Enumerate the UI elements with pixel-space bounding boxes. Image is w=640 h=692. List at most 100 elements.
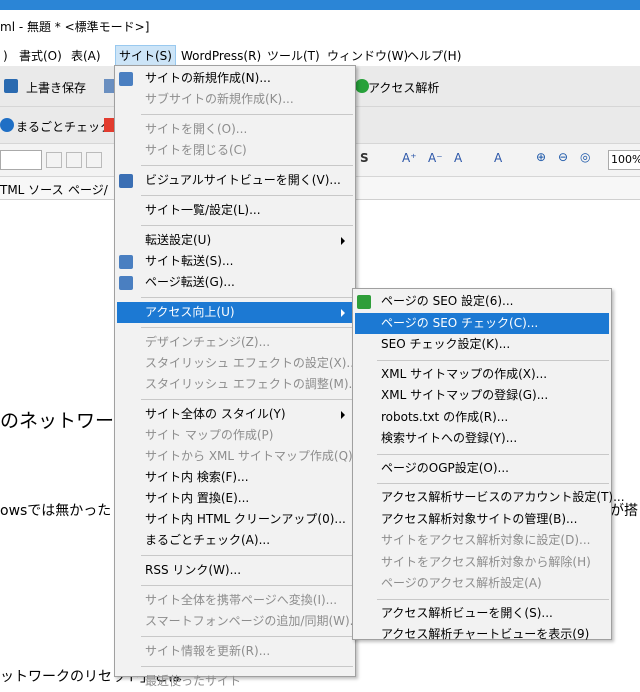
strikethrough-icon[interactable]: S (360, 151, 369, 165)
font-grow-icon[interactable]: A⁺ (402, 151, 417, 165)
site_menu-item[interactable]: 最近使ったサイト (117, 671, 353, 692)
access_submenu-item-label: サイトをアクセス解析対象から解除(H) (381, 554, 591, 569)
menu-separator (141, 114, 353, 115)
access_submenu-item[interactable]: ページのアクセス解析設定(A) (355, 573, 609, 595)
access_submenu-item[interactable]: ページの SEO チェック(C)... (355, 312, 609, 334)
site_menu-item-label: 転送設定(U) (145, 233, 212, 247)
font-color-icon[interactable]: A (454, 151, 462, 165)
site_menu-item[interactable]: サイト転送(S)... (117, 251, 353, 272)
submenu-arrow-icon (341, 309, 345, 317)
access_submenu-item-label: XML サイトマップの登録(G)... (381, 388, 549, 402)
site_menu-item-label: サイトを開く(O)... (145, 122, 248, 136)
align-left-icon[interactable] (46, 152, 62, 168)
site_menu-item[interactable]: サイトの新規作成(N)... (117, 68, 353, 89)
save-icon (4, 79, 18, 93)
access_submenu-item-label: サイトをアクセス解析対象に設定(D)... (381, 533, 591, 547)
access-submenu: ページの SEO 設定(6)... ページの SEO チェック(C)... SEO … (352, 288, 625, 641)
align-right-icon[interactable] (86, 152, 102, 168)
access_submenu-item-label: 検索サイトへの登録(Y)... (381, 431, 518, 445)
menu-window[interactable]: ウィンドウ(W) (324, 46, 411, 66)
site_menu-item[interactable]: まるごとチェック(A)... (117, 530, 353, 551)
site_menu-item[interactable]: サイト情報を更新(R)... (117, 641, 353, 662)
site_menu-item-label: サイト内 HTML クリーンアップ(0)... (145, 512, 346, 526)
menu-separator (141, 327, 353, 328)
zoom-out-icon[interactable]: ⊖ (558, 150, 568, 164)
tab-page[interactable]: ページ/ (68, 181, 108, 198)
access_submenu-item-label: アクセス解析サービスのアカウント設定(T)... (381, 490, 625, 504)
menu-separator (141, 225, 353, 226)
zoom-field[interactable]: 100% (608, 150, 640, 170)
access_submenu-item[interactable]: XML サイトマップの作成(X)... (355, 364, 609, 386)
site_menu-item[interactable]: サイト内 検索(F)... (117, 467, 353, 488)
site_menu-item-label: サイト全体を携帯ページへ変換(I)... (145, 593, 338, 607)
align-center-icon[interactable] (66, 152, 82, 168)
site_menu-item[interactable]: サイト マップの作成(P) (117, 425, 353, 446)
doc-paragraph: owsでは無かった (0, 503, 112, 519)
site_menu-item[interactable]: サイト内 HTML クリーンアップ(0)... (117, 509, 353, 530)
site_menu-item-label: デザインチェンジ(Z)... (145, 335, 271, 349)
site-view-icon (119, 174, 133, 188)
menu-wordpress[interactable]: WordPress(R) (178, 46, 264, 66)
site_menu-item[interactable]: デザインチェンジ(Z)... (117, 332, 353, 353)
site_menu-item[interactable]: アクセス向上(U) (117, 302, 353, 323)
highlight-icon[interactable]: A (494, 151, 502, 165)
access_submenu-item-label: ページのOGP設定(O)... (381, 460, 509, 475)
site_menu-item[interactable]: サイト内 置換(E)... (117, 488, 353, 509)
access_submenu-item[interactable]: ページのOGP設定(O)... (355, 458, 609, 480)
submenu-arrow-icon (341, 411, 345, 419)
site_menu-item[interactable]: ビジュアルサイトビューを開く(V)... (117, 170, 353, 191)
access_submenu-item[interactable]: 検索サイトへの登録(Y)... (355, 428, 609, 450)
site_menu-item[interactable]: サイトを閉じる(C) (117, 140, 353, 161)
menu-separator (377, 598, 609, 600)
menu-format[interactable]: 書式(O) (16, 46, 65, 66)
access_submenu-item-label: アクセス解析チャートビューを表示(9) (381, 627, 590, 641)
seo-icon (357, 295, 371, 309)
access_submenu-item-label: アクセス解析対象サイトの管理(B)... (381, 511, 578, 526)
site-transfer-icon (119, 255, 133, 269)
site_menu-item[interactable]: サブサイトの新規作成(K)... (117, 89, 353, 110)
tab-html-source[interactable]: TML ソース (0, 181, 64, 198)
site_menu-item[interactable]: スタイリッシュ エフェクトの調整(M)... (117, 374, 360, 395)
menu-table[interactable]: 表(A) (68, 46, 104, 66)
site_menu-item-label: サイトを閉じる(C) (145, 143, 247, 157)
site_menu-item[interactable]: サイトから XML サイトマップ作成(Q) (117, 446, 353, 467)
zoom-in-icon[interactable]: ⊕ (536, 150, 546, 164)
site_menu-item[interactable]: 転送設定(U) (117, 230, 353, 251)
access_submenu-item[interactable]: アクセス解析サービスのアカウント設定(T)... (355, 487, 625, 509)
site_menu-item-label: サブサイトの新規作成(K)... (145, 92, 294, 106)
site_menu-item[interactable]: RSS リンク(W)... (117, 560, 353, 581)
font-select[interactable] (0, 150, 42, 170)
site_menu-item[interactable]: ページ転送(G)... (117, 272, 353, 293)
menu-tools[interactable]: ツール(T) (264, 46, 323, 66)
access_submenu-item-label: ページの SEO チェック(C)... (381, 315, 539, 330)
access_submenu-item[interactable]: サイトをアクセス解析対象に設定(D)... (355, 530, 609, 552)
access-analysis-button[interactable]: アクセス解析 (368, 79, 439, 96)
site_menu-item[interactable]: サイト一覧/設定(L)... (117, 200, 353, 221)
access_submenu-item[interactable]: SEO チェック設定(K)... (355, 334, 609, 356)
access_submenu-item[interactable]: サイトをアクセス解析対象から解除(H) (355, 552, 609, 574)
overwrite-save-button[interactable]: 上書き保存 (26, 79, 86, 96)
menu-separator (377, 453, 609, 455)
site_menu-item-label: サイト内 検索(F)... (145, 470, 249, 484)
site_menu-item-label: アクセス向上(U) (145, 305, 235, 319)
access_submenu-item[interactable]: アクセス解析ビューを開く(S)... (355, 603, 609, 625)
zoom-reset-icon[interactable]: ◎ (580, 150, 590, 164)
menu-site[interactable]: サイト(S) (115, 45, 176, 67)
access_submenu-item[interactable]: XML サイトマップの登録(G)... (355, 385, 609, 407)
access_submenu-item[interactable]: アクセス解析チャートビューを表示(9) (355, 624, 609, 646)
site_menu-item[interactable]: スタイリッシュ エフェクトの設定(X)... (117, 353, 358, 374)
site_menu-item[interactable]: サイト全体を携帯ページへ変換(I)... (117, 590, 353, 611)
menu-partial[interactable]: ) (0, 46, 11, 66)
marugoto-check-button[interactable]: まるごとチェック (16, 118, 112, 135)
font-shrink-icon[interactable]: A⁻ (428, 151, 443, 165)
access_submenu-item-label: ページのアクセス解析設定(A) (381, 576, 542, 590)
access_submenu-item[interactable]: robots.txt の作成(R)... (355, 407, 609, 429)
access_submenu-item-label: robots.txt の作成(R)... (381, 409, 509, 424)
site_menu-item[interactable]: スマートフォンページの追加/同期(W)... (117, 611, 361, 632)
access_submenu-item[interactable]: ページの SEO 設定(6)... (355, 291, 609, 313)
access_submenu-item[interactable]: アクセス解析対象サイトの管理(B)... (355, 509, 609, 531)
menu-separator (141, 666, 353, 667)
site_menu-item[interactable]: サイト全体の スタイル(Y) (117, 404, 353, 425)
menu-help[interactable]: ヘルプ(H) (404, 46, 464, 66)
site_menu-item[interactable]: サイトを開く(O)... (117, 119, 353, 140)
